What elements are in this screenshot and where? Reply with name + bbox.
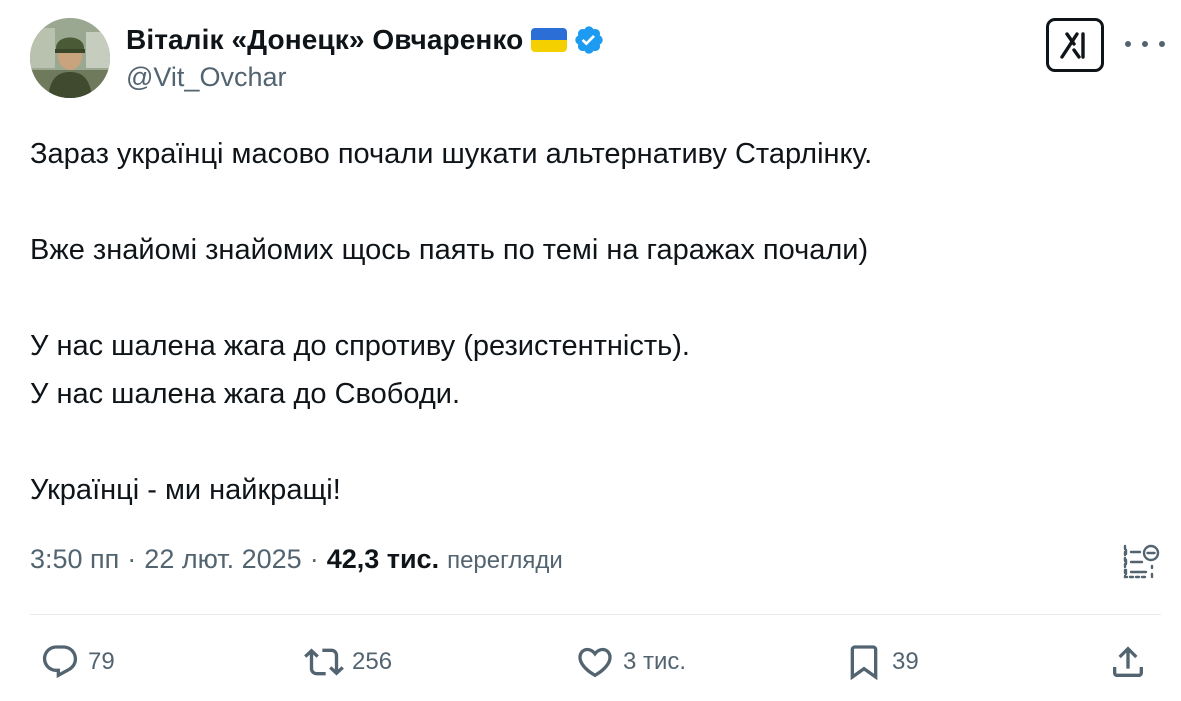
tweet-line: У нас шалена жага до Свободи.	[30, 378, 461, 410]
author-name-row[interactable]: Віталік «Донецк» Овчаренко	[126, 20, 605, 60]
more-options-button[interactable]	[1125, 34, 1165, 54]
bookmark-count: 39	[892, 648, 919, 675]
grok-button[interactable]	[1046, 18, 1104, 72]
tweet-line: Зараз українці масово почали шукати альт…	[30, 138, 873, 170]
dot-icon	[1125, 41, 1131, 47]
tweet-line: Українці - ми найкращі!	[30, 474, 341, 506]
share-icon	[1113, 646, 1143, 677]
heart-icon	[578, 647, 612, 678]
divider	[30, 614, 1161, 615]
repost-button[interactable]: 256	[304, 642, 392, 682]
like-count: 3 тис.	[623, 648, 687, 675]
repost-count: 256	[352, 648, 393, 675]
tweet-time[interactable]: 3:50 пп	[30, 544, 119, 575]
reply-icon	[42, 645, 78, 679]
meta-separator: ·	[309, 544, 319, 574]
reply-count: 79	[88, 648, 115, 675]
tweet-line: Вже знайомі знайомих щось паять по темі …	[30, 234, 869, 266]
grok-icon	[1060, 32, 1085, 59]
tweet-date[interactable]: 22 лют. 2025	[144, 544, 301, 575]
share-button[interactable]	[1108, 642, 1156, 682]
like-button[interactable]: 3 тис.	[575, 642, 686, 682]
views-count: 42,3 тис.	[326, 544, 440, 574]
tweet-meta: 3:50 пп · 22 лют. 2025 · 42,3 тис. перег…	[30, 544, 563, 575]
repost-icon	[304, 648, 344, 676]
author-handle[interactable]: @Vit_Ovchar	[126, 62, 286, 93]
ukraine-flag-icon	[531, 28, 568, 52]
reply-button[interactable]: 79	[40, 642, 115, 682]
dot-icon	[1159, 41, 1165, 47]
tweet-text: Зараз українці масово почали шукати альт…	[30, 130, 1150, 514]
analytics-icon[interactable]	[1122, 544, 1160, 580]
bookmark-icon	[850, 645, 878, 681]
verified-badge-icon[interactable]	[573, 24, 605, 56]
author-name[interactable]: Віталік «Донецк» Овчаренко	[126, 24, 523, 56]
avatar-image	[30, 18, 110, 98]
views-label: перегляди	[447, 547, 563, 574]
dot-icon	[1142, 41, 1148, 47]
bookmark-button[interactable]: 39	[844, 642, 919, 682]
tweet-line: У нас шалена жага до спротиву (резистент…	[30, 330, 690, 362]
meta-separator: ·	[127, 544, 137, 574]
avatar[interactable]	[30, 18, 110, 98]
